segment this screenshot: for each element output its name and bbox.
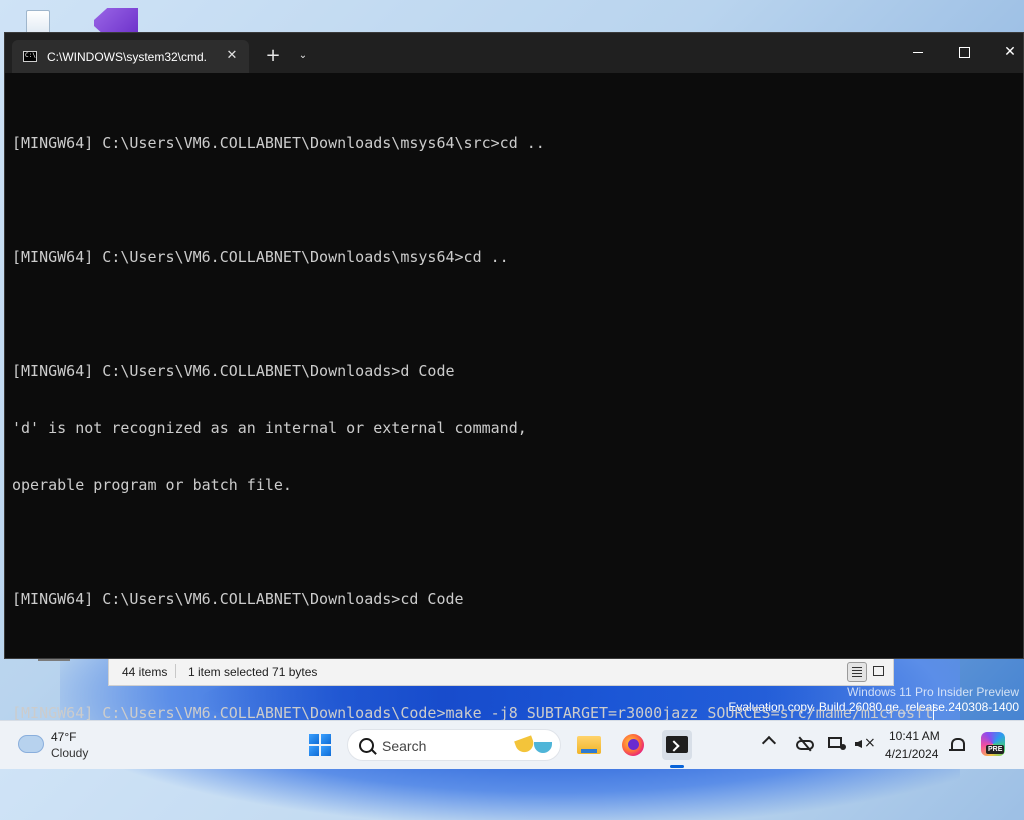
onedrive-offline-icon[interactable] bbox=[796, 736, 814, 752]
volume-muted-icon[interactable] bbox=[855, 735, 876, 752]
cmd-icon: C:\ bbox=[23, 51, 37, 62]
terminal-window: C:\ C:\WINDOWS\system32\cmd. ✕ + ⌄ ✕ [MI… bbox=[4, 32, 1024, 722]
terminal-line: 'd' is not recognized as an internal or … bbox=[12, 419, 527, 437]
search-highlight-icon bbox=[514, 735, 554, 756]
taskbar: 47°F Cloudy Search 10:41 AM 4/21/2024 PR… bbox=[0, 720, 1024, 769]
start-button[interactable] bbox=[309, 734, 331, 756]
notification-bell-icon[interactable] bbox=[948, 737, 966, 753]
network-icon[interactable] bbox=[828, 736, 846, 752]
terminal-line: [MINGW64] C:\Users\VM6.COLLABNET\Downloa… bbox=[12, 590, 464, 608]
chevron-up-icon[interactable] bbox=[761, 735, 777, 751]
search-icon bbox=[359, 738, 374, 753]
minimize-button[interactable] bbox=[895, 33, 941, 71]
firefox-icon[interactable] bbox=[619, 731, 647, 759]
file-explorer-icon[interactable] bbox=[575, 731, 603, 759]
weather-condition: Cloudy bbox=[51, 746, 89, 760]
terminal-line: [MINGW64] C:\Users\VM6.COLLABNET\Downloa… bbox=[12, 134, 545, 152]
terminal-line: operable program or batch file. bbox=[12, 476, 292, 494]
terminal-titlebar[interactable]: C:\ C:\WINDOWS\system32\cmd. ✕ + ⌄ ✕ bbox=[5, 33, 1023, 73]
terminal-output[interactable]: [MINGW64] C:\Users\VM6.COLLABNET\Downloa… bbox=[12, 96, 1019, 761]
new-tab-button[interactable]: + bbox=[263, 46, 283, 66]
close-button[interactable]: ✕ bbox=[987, 33, 1024, 71]
chevron-down-icon[interactable]: ⌄ bbox=[293, 46, 313, 66]
cloud-icon bbox=[18, 735, 44, 753]
maximize-button[interactable] bbox=[941, 33, 987, 71]
copilot-badge: PRE bbox=[986, 745, 1005, 754]
text-cursor bbox=[933, 704, 935, 721]
taskbar-search[interactable]: Search bbox=[347, 729, 561, 761]
clock-time: 10:41 AM bbox=[889, 729, 940, 743]
terminal-line: [MINGW64] C:\Users\VM6.COLLABNET\Downloa… bbox=[12, 362, 455, 380]
terminal-tab[interactable]: C:\ C:\WINDOWS\system32\cmd. ✕ bbox=[12, 40, 249, 73]
clock-date: 4/21/2024 bbox=[885, 747, 939, 761]
tab-title: C:\WINDOWS\system32\cmd. bbox=[47, 50, 208, 64]
weather-temperature: 47°F bbox=[51, 730, 77, 744]
terminal-line: [MINGW64] C:\Users\VM6.COLLABNET\Downloa… bbox=[12, 248, 509, 266]
tab-close-icon[interactable]: ✕ bbox=[224, 48, 240, 64]
search-placeholder: Search bbox=[382, 738, 427, 754]
copilot-icon[interactable]: PRE bbox=[981, 732, 1005, 756]
terminal-taskbar-icon[interactable] bbox=[662, 730, 692, 760]
